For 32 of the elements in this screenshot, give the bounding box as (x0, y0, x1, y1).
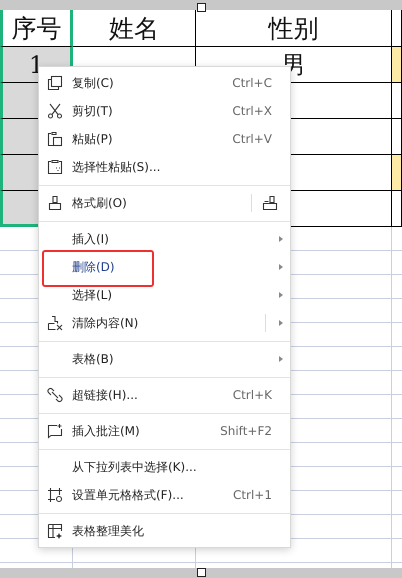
link-icon (47, 387, 63, 403)
eraser-icon (47, 315, 63, 331)
menu-item[interactable]: 清除内容(N) (39, 309, 290, 337)
submenu-arrow-icon (279, 264, 283, 270)
cell-settings-icon (47, 487, 63, 503)
menu-item[interactable]: 删除(D) (39, 253, 290, 281)
brush-icon[interactable] (262, 195, 278, 211)
menu-item[interactable]: 选择(L) (39, 281, 290, 309)
paste-icon (47, 131, 63, 147)
menu-item[interactable]: 表格(B) (39, 345, 290, 373)
menu-item[interactable]: 表格整理美化 (39, 517, 290, 545)
menu-item[interactable]: 格式刷(O) (39, 189, 290, 217)
menu-item[interactable]: 选择性粘贴(S)... (39, 153, 290, 181)
menu-item[interactable]: 超链接(H)... Ctrl+K (39, 381, 290, 409)
menu-item[interactable]: 剪切(T) Ctrl+X (39, 97, 290, 125)
table-sparkle-icon (47, 523, 63, 539)
menu-item[interactable]: 粘贴(P) Ctrl+V (39, 125, 290, 153)
menu-item[interactable]: 设置单元格格式(F)... Ctrl+1 (39, 481, 290, 509)
clipboard-icon (47, 159, 63, 175)
comment-icon (47, 423, 63, 439)
resize-handle-icon[interactable] (196, 3, 206, 12)
submenu-arrow-icon (279, 236, 283, 242)
menu-item[interactable]: 插入(I) (39, 225, 290, 253)
scissors-icon (47, 103, 63, 119)
resize-handle-icon[interactable] (196, 568, 206, 577)
brush-icon (47, 195, 63, 211)
submenu-arrow-icon (279, 292, 283, 298)
menu-item[interactable]: 从下拉列表中选择(K)... (39, 453, 290, 481)
copy-icon (47, 75, 63, 91)
submenu-arrow-icon (279, 320, 283, 326)
submenu-arrow-icon (279, 356, 283, 362)
menu-item[interactable]: 插入批注(M) Shift+F2 (39, 417, 290, 445)
